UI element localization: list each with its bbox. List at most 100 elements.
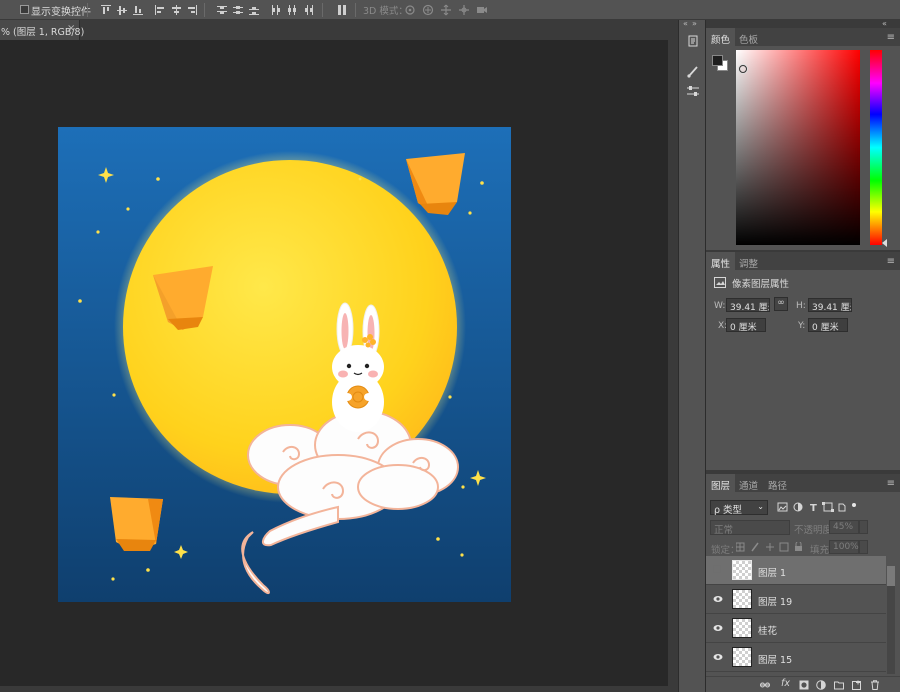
3d-roll-icon[interactable] bbox=[422, 4, 434, 16]
svg-text:T: T bbox=[810, 503, 817, 514]
chevron-down-icon: ⌄ bbox=[757, 502, 764, 511]
properties-panel-menu-icon[interactable]: ≡ bbox=[887, 256, 895, 267]
tab-layers[interactable]: 图层 bbox=[706, 474, 736, 492]
distribute-bottom-icon[interactable] bbox=[248, 4, 260, 16]
link-icon[interactable]: ∞ bbox=[774, 297, 788, 311]
fill-dropdown[interactable] bbox=[859, 540, 868, 554]
mid-autumn-illustration bbox=[58, 127, 511, 602]
layer-name[interactable]: 桂花 bbox=[758, 623, 777, 637]
3d-drag-icon[interactable] bbox=[440, 4, 452, 16]
tab-properties[interactable]: 属性 bbox=[706, 252, 736, 270]
new-layer-icon[interactable] bbox=[852, 680, 862, 690]
distribute-top-icon[interactable] bbox=[216, 4, 228, 16]
width-field[interactable]: 39.41 厘米 bbox=[726, 298, 770, 312]
distribute-right-icon[interactable] bbox=[302, 4, 314, 16]
eye-icon[interactable] bbox=[713, 594, 723, 604]
y-field[interactable]: 0 厘米 bbox=[808, 318, 848, 332]
brush-settings-icon[interactable] bbox=[686, 64, 700, 78]
height-field[interactable]: 39.41 厘米 bbox=[808, 298, 852, 312]
layers-scrollbar-thumb[interactable] bbox=[887, 566, 895, 586]
canvas-vertical-scrollbar[interactable] bbox=[668, 40, 678, 686]
layer-visibility-toggle[interactable] bbox=[713, 565, 721, 573]
document-tab[interactable]: % (图层 1, RGB/8) × bbox=[0, 20, 84, 40]
right-panel-column: » « 颜色 色板 ≡ 属性 调整 ≡ 像素图层属性 W: 39.41 厘米 bbox=[692, 19, 900, 692]
lock-options-icons[interactable] bbox=[736, 542, 808, 552]
add-mask-icon[interactable] bbox=[799, 680, 809, 690]
fill-field[interactable]: 100% bbox=[829, 540, 859, 554]
document-tab-close-icon[interactable]: × bbox=[67, 23, 75, 34]
separator bbox=[355, 3, 356, 17]
lantern-bottom-left bbox=[110, 497, 163, 551]
color-panel-tabs: 颜色 色板 ≡ bbox=[706, 28, 900, 46]
x-field[interactable]: 0 厘米 bbox=[726, 318, 766, 332]
layers-panel-tabs: 图层 通道 路径 ≡ bbox=[706, 474, 900, 492]
layer-thumbnail[interactable] bbox=[732, 560, 752, 580]
color-panel-menu-icon[interactable]: ≡ bbox=[887, 32, 895, 43]
layer-thumbnail[interactable] bbox=[732, 589, 752, 609]
eye-icon[interactable] bbox=[713, 623, 723, 633]
panel-expand-icon[interactable]: « bbox=[882, 19, 887, 28]
layers-panel-menu-icon[interactable]: ≡ bbox=[887, 478, 895, 489]
align-bottom-edges-icon[interactable] bbox=[132, 4, 144, 16]
tab-paths[interactable]: 路径 bbox=[763, 474, 792, 492]
opacity-field[interactable]: 45% bbox=[829, 520, 859, 534]
adjustment-layer-icon[interactable] bbox=[816, 680, 826, 690]
3d-slide-icon[interactable] bbox=[458, 4, 470, 16]
height-label: H: bbox=[796, 301, 806, 311]
align-right-edges-icon[interactable] bbox=[186, 4, 198, 16]
document-tab-bar: % (图层 1, RGB/8) × bbox=[0, 20, 678, 40]
layer-row[interactable]: 桂花 bbox=[706, 614, 886, 643]
layer-name[interactable]: 图层 1 bbox=[758, 565, 786, 579]
align-left-edges-icon[interactable] bbox=[154, 4, 166, 16]
delete-layer-trash-icon[interactable] bbox=[870, 680, 880, 690]
layer-thumbnail[interactable] bbox=[732, 647, 752, 667]
dock-collapse-icon[interactable]: « bbox=[683, 19, 688, 28]
eye-icon[interactable] bbox=[713, 652, 723, 662]
color-picker-cursor[interactable] bbox=[739, 65, 747, 73]
width-label: W: bbox=[714, 301, 726, 311]
layer-filter-icons[interactable]: T bbox=[776, 502, 856, 514]
layer-name[interactable]: 图层 15 bbox=[758, 652, 792, 666]
hue-slider[interactable] bbox=[870, 50, 882, 245]
pixel-layer-icon bbox=[714, 277, 726, 288]
layer-row[interactable]: 图层 1 bbox=[706, 556, 886, 585]
foreground-background-swatches[interactable] bbox=[712, 55, 730, 73]
hue-slider-handle[interactable] bbox=[882, 239, 887, 247]
history-icon[interactable] bbox=[686, 34, 700, 48]
show-transform-controls-checkbox[interactable] bbox=[20, 5, 29, 14]
link-layers-icon[interactable] bbox=[760, 680, 770, 690]
layer-name[interactable]: 图层 19 bbox=[758, 594, 792, 608]
canvas-horizontal-scrollbar[interactable] bbox=[0, 686, 678, 692]
3d-orbit-icon[interactable] bbox=[404, 4, 416, 16]
tab-swatches[interactable]: 色板 bbox=[734, 28, 763, 46]
foreground-color-swatch[interactable] bbox=[712, 55, 723, 66]
layers-footer-toolbar: fx bbox=[706, 676, 900, 692]
align-top-edges-icon[interactable] bbox=[100, 4, 112, 16]
color-panel: 颜色 色板 ≡ bbox=[706, 28, 900, 250]
tab-channels[interactable]: 通道 bbox=[734, 474, 763, 492]
auto-align-layers-icon[interactable] bbox=[336, 4, 348, 16]
blend-mode-select[interactable]: 正常 bbox=[710, 520, 790, 536]
align-horizontal-centers-icon[interactable] bbox=[170, 4, 182, 16]
layer-row[interactable]: 图层 15 bbox=[706, 643, 886, 672]
layer-row[interactable]: 图层 19 bbox=[706, 585, 886, 614]
tab-color[interactable]: 颜色 bbox=[706, 28, 736, 46]
3d-camera-icon[interactable] bbox=[476, 4, 488, 16]
artwork-canvas[interactable] bbox=[58, 127, 511, 602]
tab-adjustments[interactable]: 调整 bbox=[734, 252, 763, 270]
new-group-folder-icon[interactable] bbox=[834, 680, 844, 690]
distribute-horizontal-centers-icon[interactable] bbox=[286, 4, 298, 16]
opacity-dropdown[interactable] bbox=[859, 520, 868, 534]
distribute-vertical-centers-icon[interactable] bbox=[232, 4, 244, 16]
align-vertical-centers-icon[interactable] bbox=[116, 4, 128, 16]
adjustments-sliders-icon[interactable] bbox=[686, 84, 700, 98]
layer-kind-filter-select[interactable]: ρ 类型 ⌄ bbox=[710, 500, 768, 516]
panel-collapse-icon[interactable]: » bbox=[692, 19, 697, 28]
3d-mode-label: 3D 模式： bbox=[363, 6, 408, 17]
layer-thumbnail[interactable] bbox=[732, 618, 752, 638]
layer-style-fx-button[interactable]: fx bbox=[781, 678, 790, 689]
distribute-left-icon[interactable] bbox=[270, 4, 282, 16]
color-saturation-brightness-field[interactable] bbox=[736, 50, 860, 245]
y-label: Y: bbox=[798, 321, 806, 331]
layers-panel: 图层 通道 路径 ≡ ρ 类型 ⌄ T 正常 不透明度： 45% 锁定： 填充：… bbox=[706, 474, 900, 692]
